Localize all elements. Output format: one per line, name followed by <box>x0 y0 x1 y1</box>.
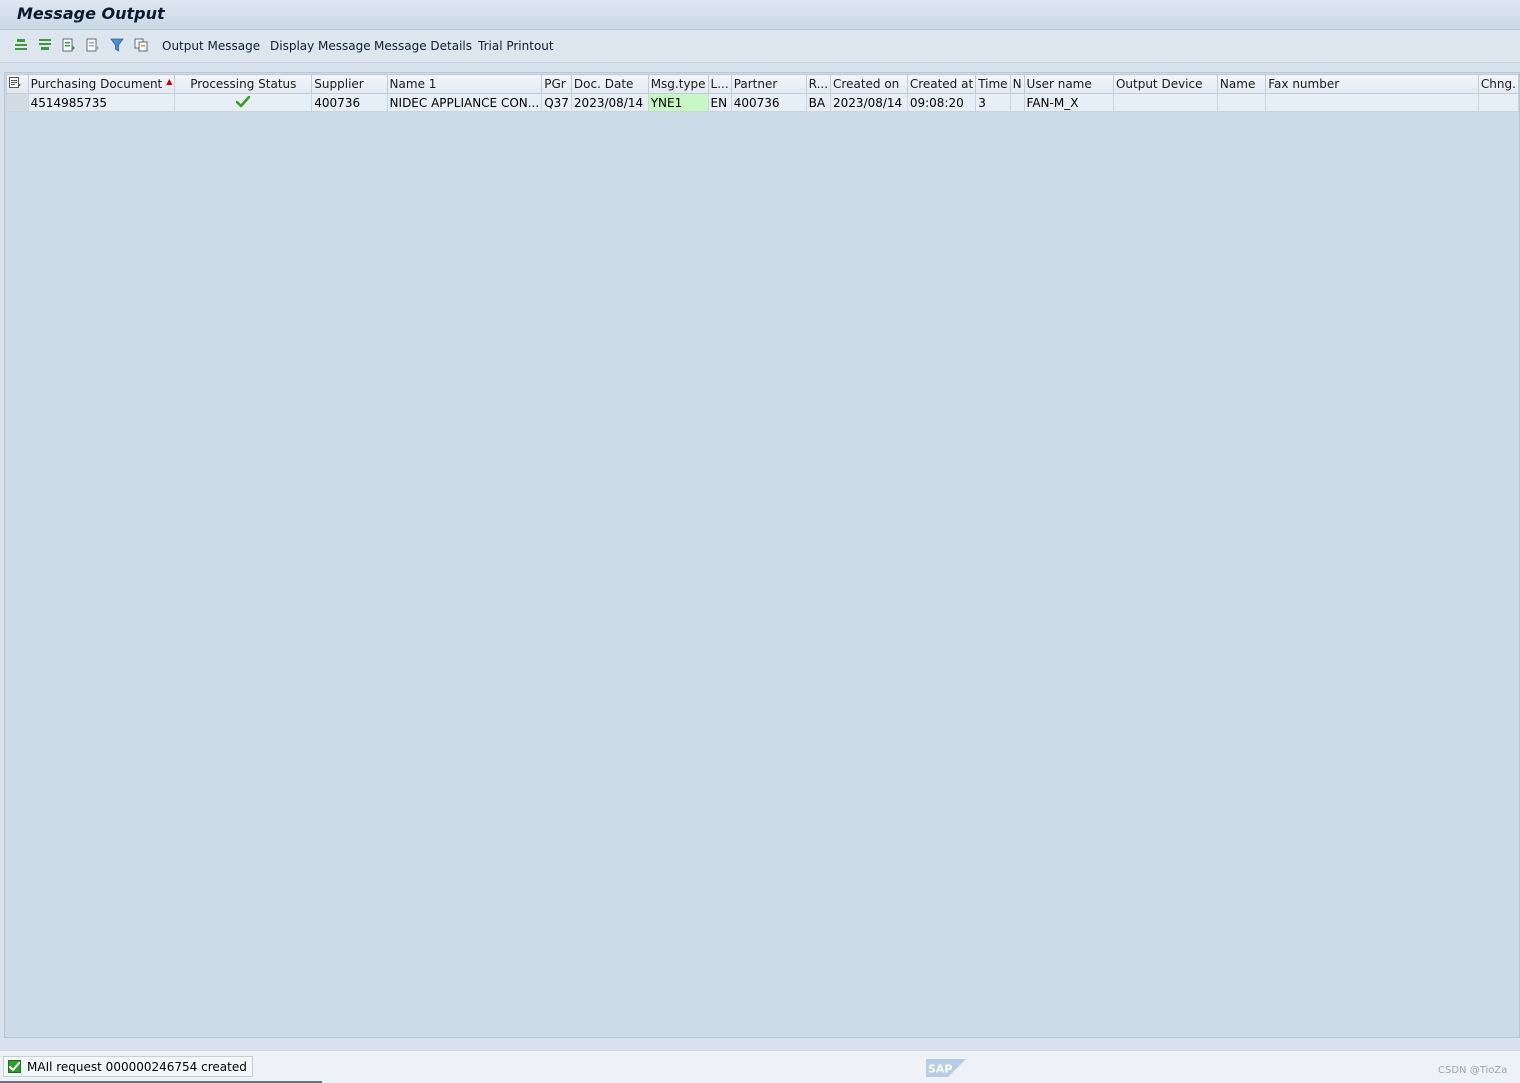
trial-printout-button[interactable]: Trial Printout <box>478 39 554 53</box>
cell-output-device[interactable] <box>1112 93 1218 112</box>
cell-chng[interactable] <box>1477 93 1520 112</box>
column-header[interactable]: Time <box>975 74 1011 94</box>
column-header[interactable]: Doc. Date <box>570 74 649 94</box>
column-header[interactable]: Supplier <box>311 74 388 94</box>
status-message[interactable]: MAIl request 000000246754 created <box>3 1056 253 1077</box>
sap-logo: SAP <box>926 1059 966 1077</box>
cell-language[interactable]: EN <box>707 93 732 112</box>
column-header[interactable]: Created on <box>830 74 908 94</box>
column-header[interactable]: PGr <box>541 74 572 94</box>
message-table: Purchasing Document ▲ Processing Status S… <box>6 74 1520 112</box>
column-header[interactable]: Chng. <box>1477 74 1520 94</box>
application-toolbar: Output Message Display Message Message D… <box>0 31 1520 63</box>
cell-doc-date[interactable]: 2023/08/14 <box>570 93 649 112</box>
row-selector[interactable] <box>6 93 29 112</box>
title-bar: Message Output <box>0 0 1520 30</box>
success-icon <box>8 1060 21 1073</box>
checkmark-icon <box>235 95 251 109</box>
column-header[interactable]: Fax number <box>1265 74 1479 94</box>
column-header[interactable]: Processing Status <box>174 74 313 94</box>
layout-menu-icon[interactable] <box>6 74 29 94</box>
expand-all-icon[interactable] <box>13 37 29 53</box>
copy-icon[interactable] <box>133 37 149 53</box>
display-message-button[interactable]: Display Message <box>270 39 371 53</box>
page-title: Message Output <box>17 4 165 23</box>
column-header[interactable]: N <box>1009 74 1025 94</box>
column-header[interactable]: Output Device <box>1112 74 1218 94</box>
column-header[interactable]: R... <box>805 74 832 94</box>
column-header[interactable]: Name 1 <box>386 74 543 94</box>
column-header[interactable]: L... <box>707 74 732 94</box>
cell-created-at[interactable]: 09:08:20 <box>906 93 977 112</box>
cell-msg-type[interactable]: YNE1 <box>647 93 709 112</box>
cell-partner[interactable]: 400736 <box>730 93 807 112</box>
svg-text:SAP: SAP <box>928 1063 953 1076</box>
cell-user-name[interactable]: FAN-M_X <box>1023 93 1114 112</box>
cell-created-on[interactable]: 2023/08/14 <box>830 93 908 112</box>
cell-supplier[interactable]: 400736 <box>311 93 388 112</box>
column-header[interactable]: Purchasing Document ▲ <box>27 74 176 94</box>
column-header[interactable]: User name <box>1023 74 1114 94</box>
alv-grid[interactable]: Purchasing Document ▲ Processing Status S… <box>4 72 1520 1038</box>
deselect-icon[interactable] <box>85 37 101 53</box>
column-header[interactable]: Partner <box>730 74 807 94</box>
cell-n[interactable] <box>1009 93 1025 112</box>
watermark: CSDN @TioZa <box>1438 1065 1508 1076</box>
cell-time[interactable]: 3 <box>975 93 1011 112</box>
cell-name[interactable] <box>1216 93 1267 112</box>
cell-purchasing-document[interactable]: 4514985735 <box>27 93 176 112</box>
collapse-all-icon[interactable] <box>37 37 53 53</box>
sort-ascending-icon: ▲ <box>166 77 173 86</box>
cell-name1[interactable]: NIDEC APPLIANCE CON... <box>386 93 543 112</box>
cell-role[interactable]: BA <box>805 93 832 112</box>
cell-pgr[interactable]: Q37 <box>541 93 572 112</box>
column-header[interactable]: Msg.type <box>647 74 709 94</box>
table-row[interactable]: 4514985735 400736 NIDEC APPLIANCE CON...… <box>6 93 1520 112</box>
message-details-button[interactable]: Message Details <box>374 39 472 53</box>
column-header[interactable]: Name <box>1216 74 1267 94</box>
cell-fax-number[interactable] <box>1265 93 1479 112</box>
table-header-row: Purchasing Document ▲ Processing Status S… <box>6 74 1520 94</box>
status-text: MAIl request 000000246754 created <box>27 1059 247 1074</box>
select-block-icon[interactable] <box>61 37 77 53</box>
filter-icon[interactable] <box>109 37 125 53</box>
cell-processing-status[interactable] <box>174 93 313 112</box>
status-bar: MAIl request 000000246754 created SAP CS… <box>0 1050 1520 1083</box>
column-header[interactable]: Created at <box>906 74 977 94</box>
output-message-button[interactable]: Output Message <box>162 39 260 53</box>
